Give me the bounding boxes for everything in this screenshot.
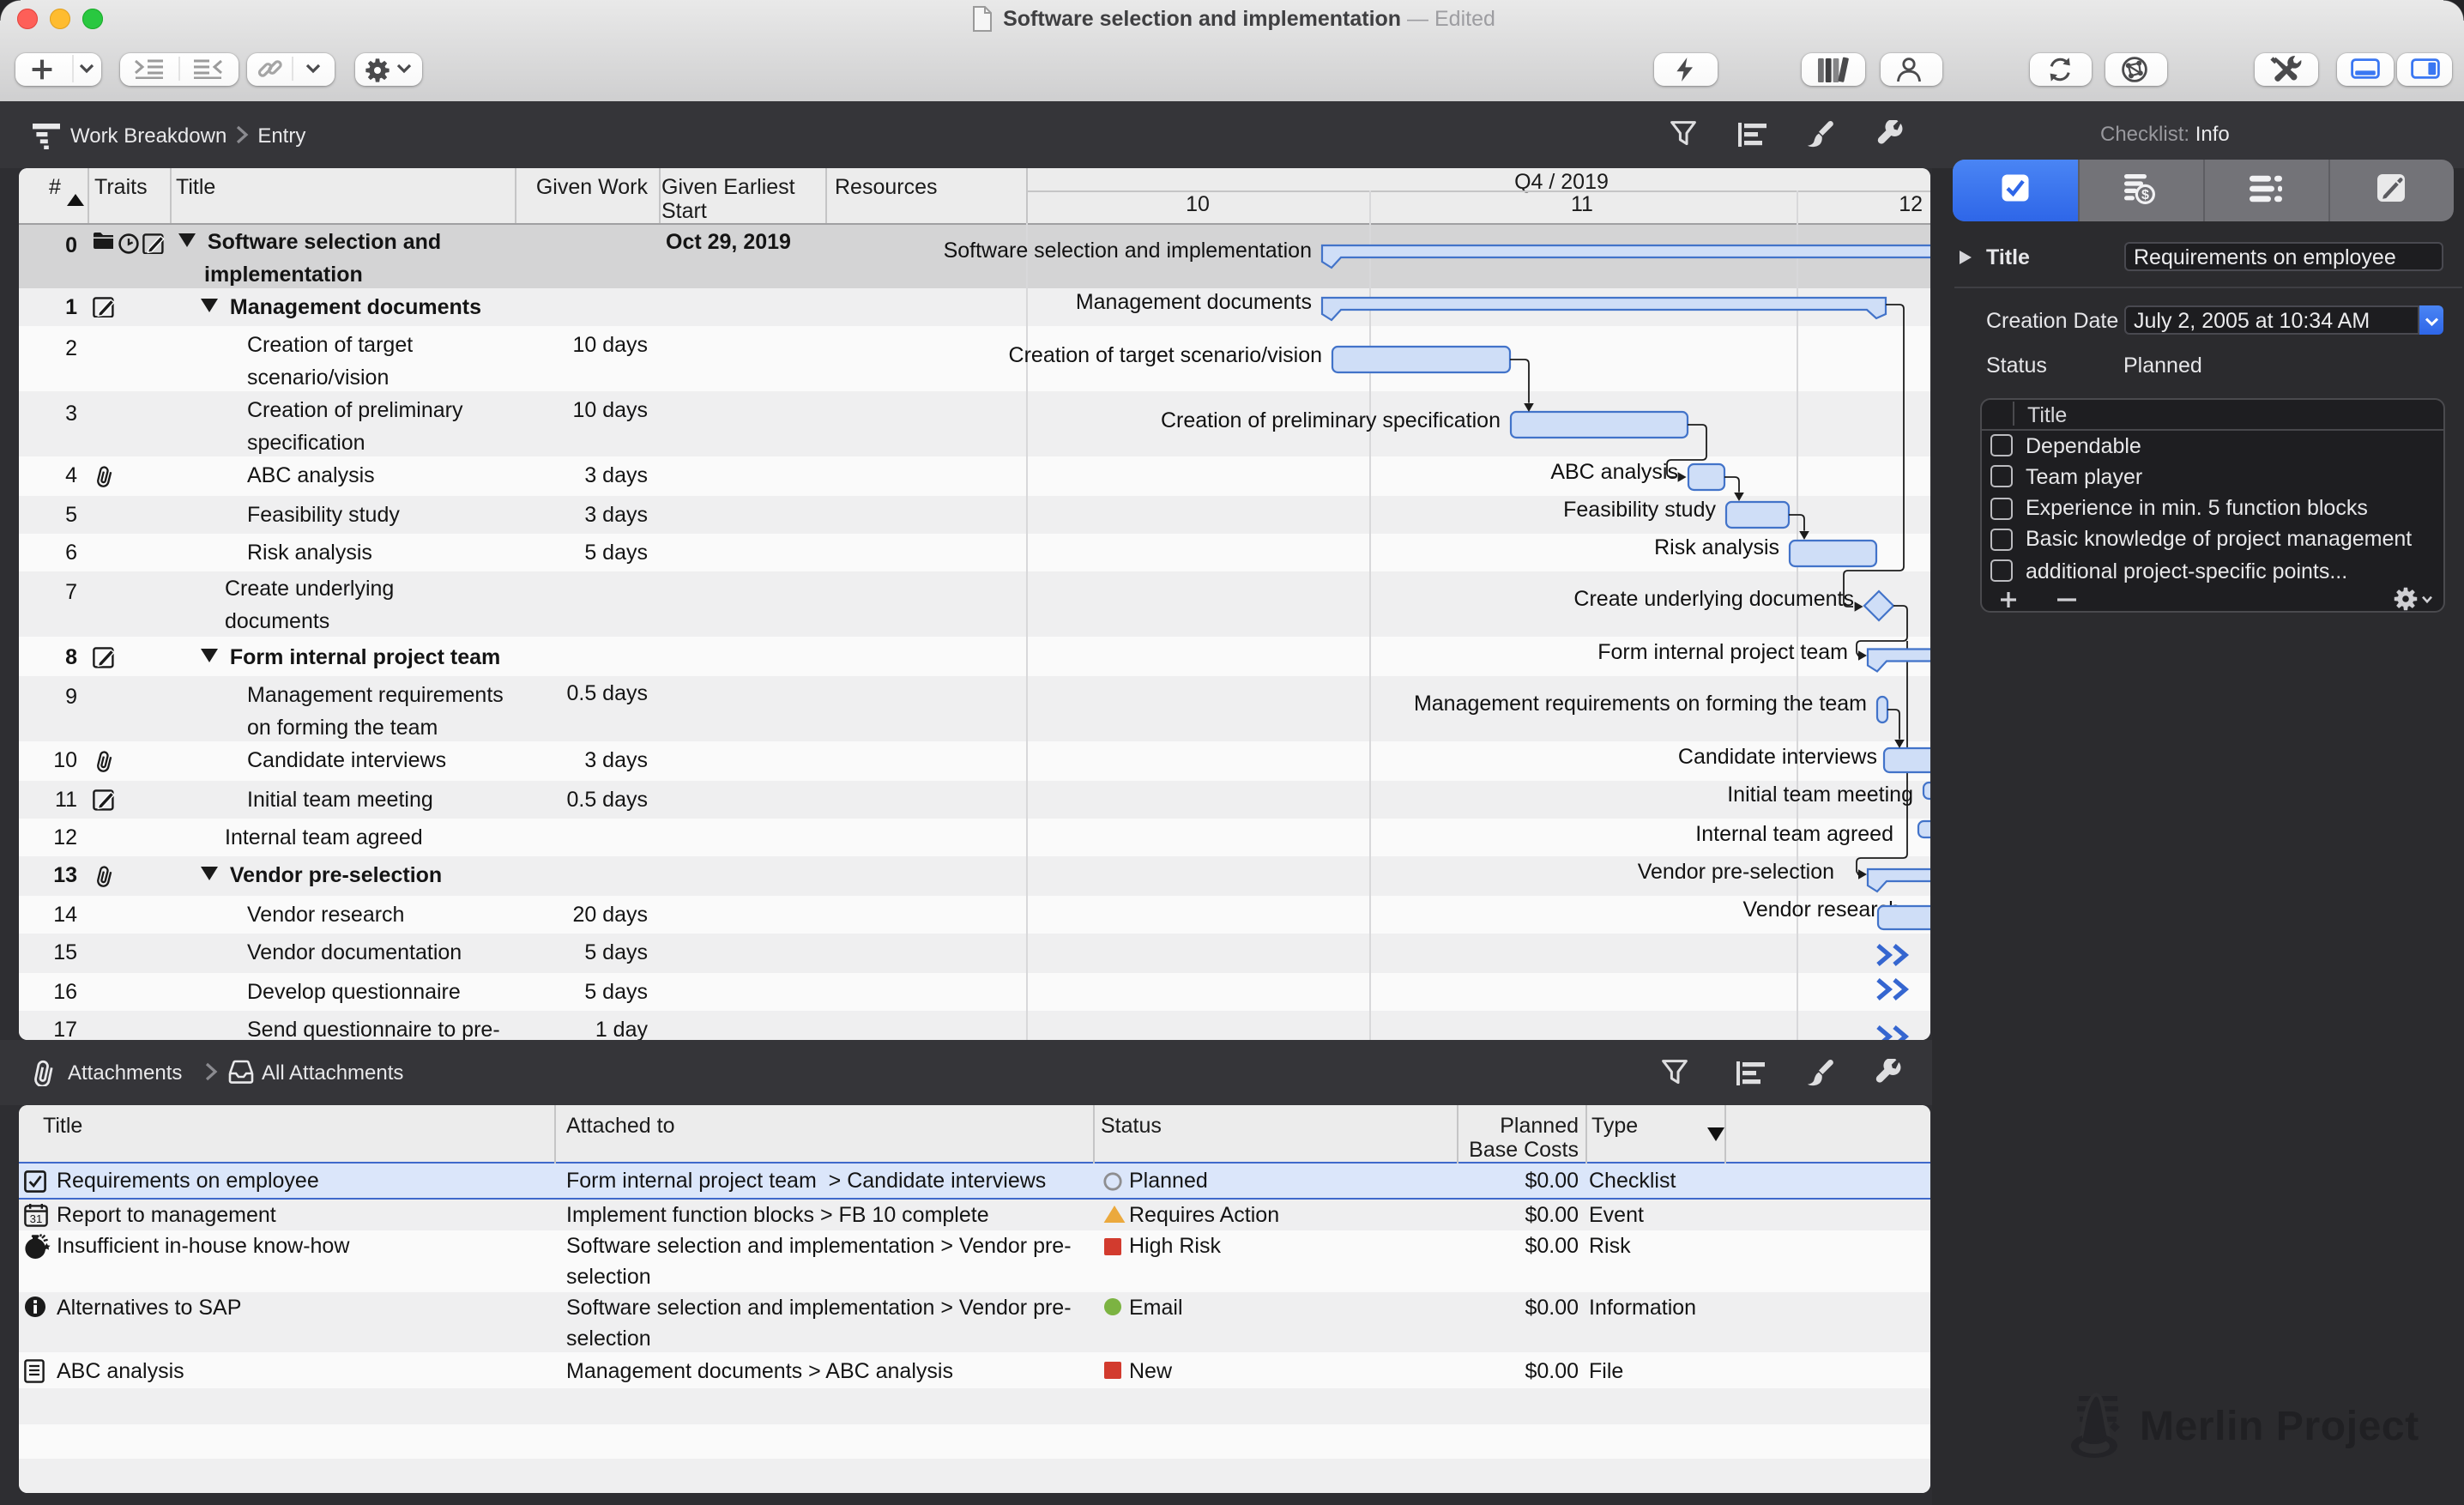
svg-text:$: $ (2141, 188, 2149, 202)
svg-text:31: 31 (30, 1212, 43, 1224)
